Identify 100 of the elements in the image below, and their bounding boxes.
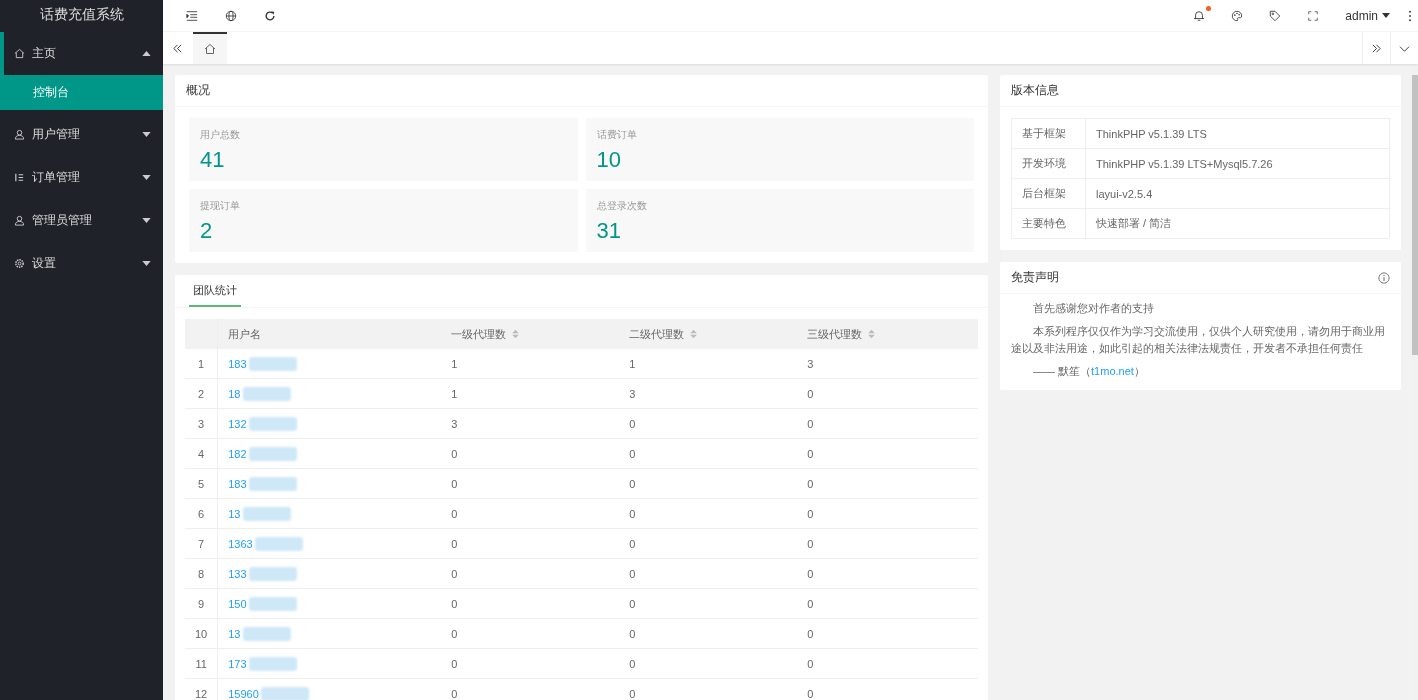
table-cell: 0 — [619, 438, 798, 469]
disclaimer-text: 首先感谢您对作者的支持 — [1032, 301, 1155, 316]
signature-text: —— 默笙（t1mo.net） — [1032, 364, 1146, 379]
username-link[interactable]: 13 — [228, 507, 241, 520]
table-cell: 0 — [619, 588, 798, 619]
stat-label: 提现订单 — [200, 199, 240, 213]
table-cell: 3 — [619, 378, 798, 409]
caret-icon — [142, 218, 151, 223]
fullscreen-icon[interactable] — [1307, 9, 1320, 22]
palette-icon[interactable] — [1231, 9, 1244, 22]
table-cell: 0 — [797, 528, 978, 559]
list-icon — [14, 172, 25, 183]
info-label: 主要特色 — [1011, 208, 1086, 239]
table-cell: 1 — [619, 349, 798, 379]
nav-label: 设置 — [32, 255, 57, 272]
caret-icon — [142, 132, 151, 137]
table-cell: 0 — [441, 528, 620, 559]
nav-item[interactable]: 订单管理 — [0, 156, 163, 199]
info-label: 后台框架 — [1011, 178, 1086, 209]
user-menu[interactable]: admin — [1345, 8, 1390, 23]
row-number: 9 — [185, 588, 218, 619]
disclaimer-text: 本系列程序仅仅作为学习交流使用，仅供个人研究使用，请勿用于商业用途以及非法用途，如此引起的相关法律法规责任，开发者不承担任何责任 — [1011, 324, 1386, 356]
stat-label: 用户总数 — [200, 128, 240, 142]
team-stats-tab[interactable]: 团队统计 — [189, 275, 241, 307]
table-cell: 0 — [797, 438, 978, 469]
username-link[interactable]: 182 — [228, 447, 247, 460]
table-cell: 0 — [797, 588, 978, 619]
redaction-blur — [248, 656, 297, 671]
redaction-blur — [248, 356, 297, 371]
row-number: 8 — [185, 558, 218, 589]
redaction-blur — [248, 446, 297, 461]
username-link[interactable]: 183 — [228, 357, 247, 370]
double-chevron-left-icon — [171, 42, 183, 54]
nav-label: 订单管理 — [32, 169, 81, 186]
column-header[interactable]: 二级代理数 — [619, 319, 798, 349]
nav-item[interactable]: 用户管理 — [0, 113, 163, 156]
home-icon — [204, 43, 216, 55]
row-number: 5 — [185, 468, 218, 499]
row-number: 6 — [185, 498, 218, 529]
scrollbar-thumb[interactable] — [1412, 75, 1418, 355]
column-header[interactable]: 一级代理数 — [441, 319, 620, 349]
redaction-blur — [242, 506, 291, 521]
stat-value: 10 — [596, 148, 621, 172]
table-cell: 0 — [441, 468, 620, 499]
username-link[interactable]: 132 — [228, 417, 247, 430]
table-cell: 0 — [619, 618, 798, 649]
redaction-blur — [248, 476, 297, 491]
table-cell: 3 — [441, 408, 620, 439]
app-logo: 话费充值系统 — [38, 5, 125, 24]
user-icon — [14, 215, 25, 226]
row-number: 1 — [185, 349, 218, 379]
caret-icon — [142, 261, 151, 266]
more-icon[interactable] — [1408, 9, 1412, 22]
username-link[interactable]: 173 — [228, 657, 247, 670]
table-cell: 0 — [619, 468, 798, 499]
stat-value: 31 — [596, 219, 621, 243]
username-link[interactable]: 1363 — [228, 537, 253, 550]
column-header[interactable]: 三级代理数 — [797, 319, 978, 349]
home-icon — [14, 48, 25, 59]
table-cell: 0 — [797, 558, 978, 589]
stat-value: 41 — [200, 148, 225, 172]
redaction-blur — [242, 626, 291, 641]
info-value: 快速部署 / 简洁 — [1085, 208, 1390, 239]
table-cell: 0 — [619, 558, 798, 589]
username-link[interactable]: 133 — [228, 567, 247, 580]
table-cell: 0 — [441, 618, 620, 649]
tag-icon[interactable] — [1269, 9, 1282, 22]
table-cell: 0 — [619, 408, 798, 439]
row-number: 7 — [185, 528, 218, 559]
nav-subitem[interactable]: 控制台 — [0, 75, 163, 110]
caret-icon — [1382, 13, 1390, 18]
table-cell: 0 — [797, 648, 978, 679]
card-title: 版本信息 — [1000, 75, 1401, 107]
bell-icon[interactable] — [1193, 9, 1206, 22]
author-link[interactable]: t1mo.net — [1091, 365, 1134, 377]
table-cell: 3 — [797, 349, 978, 379]
table-cell: 0 — [619, 648, 798, 679]
refresh-icon[interactable] — [264, 9, 276, 22]
table-cell: 0 — [797, 408, 978, 439]
row-number: 2 — [185, 378, 218, 409]
redaction-blur — [248, 416, 297, 431]
table-cell: 0 — [441, 558, 620, 589]
user-icon — [14, 129, 25, 140]
username-link[interactable]: 183 — [228, 477, 247, 490]
username-link[interactable]: 15960 — [228, 687, 259, 700]
home-tab[interactable] — [193, 32, 227, 64]
nav-item[interactable]: 管理员管理 — [0, 199, 163, 242]
row-number: 4 — [185, 438, 218, 469]
column-header: 用户名 — [217, 319, 442, 349]
info-icon — [1378, 271, 1390, 284]
row-number: 12 — [185, 678, 218, 700]
globe-icon[interactable] — [225, 9, 237, 22]
row-number: 3 — [185, 408, 218, 439]
menu-icon[interactable] — [186, 9, 198, 22]
nav-item[interactable]: 设置 — [0, 242, 163, 285]
table-cell: 0 — [619, 498, 798, 529]
username-link[interactable]: 150 — [228, 597, 247, 610]
row-number: 10 — [185, 618, 218, 649]
username-link[interactable]: 13 — [228, 627, 241, 640]
username-link[interactable]: 18 — [228, 387, 241, 400]
